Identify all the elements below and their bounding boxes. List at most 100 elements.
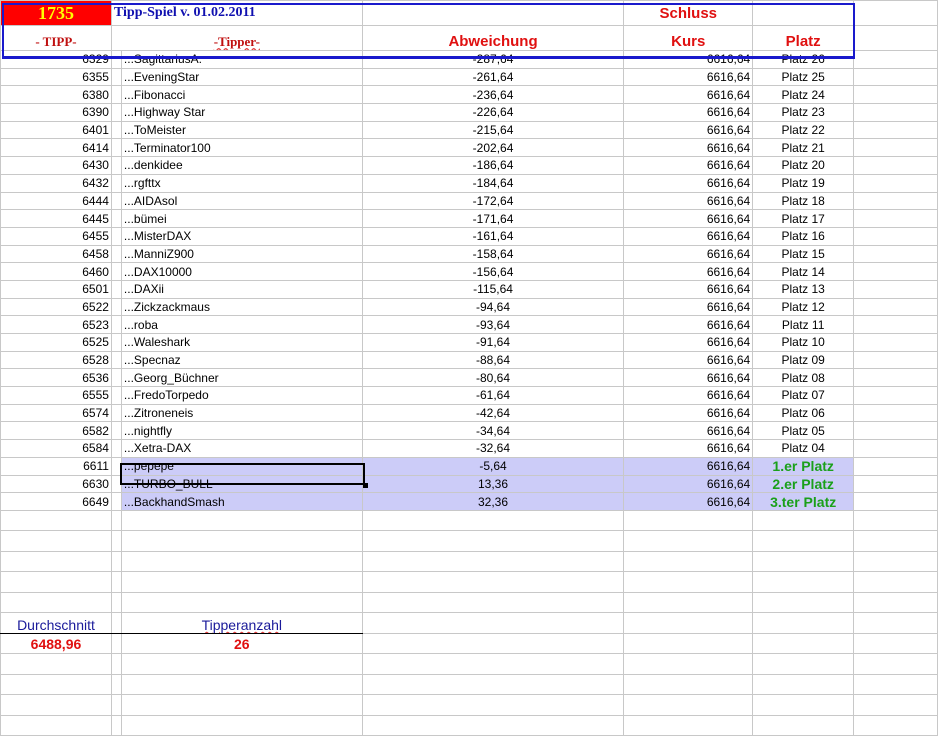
cell[interactable] <box>361 509 625 532</box>
tipper-cell[interactable]: ...bümei <box>120 209 363 228</box>
cell[interactable] <box>110 550 122 573</box>
platz-cell[interactable]: Platz 19 <box>752 173 855 193</box>
cell[interactable] <box>0 673 112 696</box>
tipper-cell[interactable]: ...Highway Star <box>120 103 363 122</box>
cell[interactable] <box>623 550 754 573</box>
cell[interactable] <box>120 530 363 552</box>
cell[interactable] <box>752 509 855 532</box>
cell[interactable] <box>110 386 122 405</box>
abweichung-cell[interactable]: -91,64 <box>361 333 625 352</box>
cell[interactable] <box>0 550 112 573</box>
abweichung-cell[interactable]: 32,36 <box>361 492 625 511</box>
tipper-cell[interactable]: ...FredoTorpedo <box>120 386 363 405</box>
tipp-cell[interactable]: 6432 <box>0 173 112 193</box>
tipper-cell[interactable]: ...EveningStar <box>120 67 363 87</box>
tipp-cell[interactable]: 6414 <box>0 138 112 158</box>
abweichung-cell[interactable]: -171,64 <box>361 209 625 228</box>
tipp-cell[interactable]: 6522 <box>0 297 112 317</box>
cell[interactable] <box>110 694 122 716</box>
kurs-cell[interactable]: 6616,64 <box>623 403 754 423</box>
cell[interactable] <box>120 653 363 675</box>
kurs-cell[interactable]: 6616,64 <box>623 474 754 494</box>
platz-cell[interactable]: Platz 12 <box>752 297 855 317</box>
cell[interactable] <box>110 368 122 388</box>
platz-cell[interactable]: Platz 11 <box>752 315 855 334</box>
cell[interactable] <box>0 694 112 716</box>
cell[interactable] <box>110 209 122 228</box>
cell[interactable] <box>110 279 122 299</box>
cell[interactable] <box>110 591 122 614</box>
abweichung-cell[interactable]: -236,64 <box>361 85 625 105</box>
tipp-cell[interactable]: 6390 <box>0 103 112 122</box>
cell[interactable] <box>853 50 938 69</box>
cell[interactable] <box>361 612 625 634</box>
cell[interactable] <box>752 571 855 593</box>
tipp-cell[interactable]: 6630 <box>0 474 112 494</box>
platz-cell[interactable]: 3.ter Platz <box>752 492 855 511</box>
cell[interactable] <box>853 226 938 246</box>
tipp-count-cell[interactable]: 1735 <box>0 0 112 26</box>
platz-cell[interactable]: Platz 10 <box>752 333 855 352</box>
tipper-cell[interactable]: ...TURBO_BULL <box>120 474 363 494</box>
kurs-cell[interactable]: 6616,64 <box>623 244 754 264</box>
cell[interactable] <box>110 50 122 69</box>
tipper-cell[interactable]: ...DAXii <box>120 279 363 299</box>
platz-cell[interactable]: Platz 16 <box>752 226 855 246</box>
platz-cell[interactable]: Platz 14 <box>752 262 855 281</box>
abweichung-cell[interactable]: -42,64 <box>361 403 625 423</box>
kurs-cell[interactable]: 6616,64 <box>623 67 754 87</box>
tipper-cell[interactable]: ...Xetra-DAX <box>120 439 363 458</box>
abweichung-cell[interactable]: -94,64 <box>361 297 625 317</box>
title-cell[interactable]: Tipp-Spiel v. 01.02.2011 <box>110 0 363 26</box>
cell[interactable] <box>853 673 938 696</box>
cell[interactable] <box>110 191 122 211</box>
cell[interactable] <box>853 315 938 334</box>
cell[interactable] <box>120 571 363 593</box>
cell[interactable] <box>853 403 938 423</box>
cell[interactable] <box>623 714 754 736</box>
cell[interactable] <box>853 368 938 388</box>
tipperanzahl-value[interactable]: 26 <box>120 632 363 655</box>
tipper-cell[interactable]: ...Specnaz <box>120 350 363 370</box>
cell[interactable] <box>853 612 938 634</box>
tipp-cell[interactable]: 6355 <box>0 67 112 87</box>
abweichung-cell[interactable]: -287,64 <box>361 50 625 69</box>
cell[interactable] <box>853 439 938 458</box>
cell[interactable] <box>853 550 938 573</box>
tipper-cell[interactable]: ...Zitroneneis <box>120 403 363 423</box>
cell[interactable] <box>110 226 122 246</box>
kurs-cell[interactable]: 6616,64 <box>623 156 754 175</box>
platz-cell[interactable]: Platz 24 <box>752 85 855 105</box>
abweichung-cell[interactable]: -93,64 <box>361 315 625 334</box>
cell[interactable] <box>0 653 112 675</box>
cell[interactable] <box>853 173 938 193</box>
cell[interactable] <box>0 591 112 614</box>
kurs-cell[interactable]: 6616,64 <box>623 368 754 388</box>
tipp-cell[interactable]: 6574 <box>0 403 112 423</box>
kurs-cell[interactable]: 6616,64 <box>623 333 754 352</box>
cell[interactable] <box>853 244 938 264</box>
cell[interactable] <box>110 297 122 317</box>
tipp-cell[interactable]: 6380 <box>0 85 112 105</box>
tipp-cell[interactable]: 6430 <box>0 156 112 175</box>
platz-cell[interactable]: Platz 22 <box>752 120 855 140</box>
cell[interactable] <box>110 262 122 281</box>
kurs-cell[interactable]: 6616,64 <box>623 191 754 211</box>
cell[interactable] <box>853 85 938 105</box>
cell[interactable] <box>110 509 122 532</box>
cell[interactable] <box>361 694 625 716</box>
cell[interactable] <box>110 439 122 458</box>
cell[interactable] <box>752 591 855 614</box>
cell[interactable] <box>853 456 938 476</box>
kurs-cell[interactable]: 6616,64 <box>623 315 754 334</box>
cell[interactable] <box>853 25 938 51</box>
abweichung-cell[interactable]: -202,64 <box>361 138 625 158</box>
tipp-cell[interactable]: 6445 <box>0 209 112 228</box>
cell[interactable] <box>623 591 754 614</box>
col-header-platz[interactable]: Platz <box>752 25 855 51</box>
tipper-cell[interactable]: ...ManniZ900 <box>120 244 363 264</box>
cell[interactable] <box>110 67 122 87</box>
cell[interactable] <box>361 571 625 593</box>
cell[interactable] <box>110 103 122 122</box>
kurs-cell[interactable]: 6616,64 <box>623 173 754 193</box>
